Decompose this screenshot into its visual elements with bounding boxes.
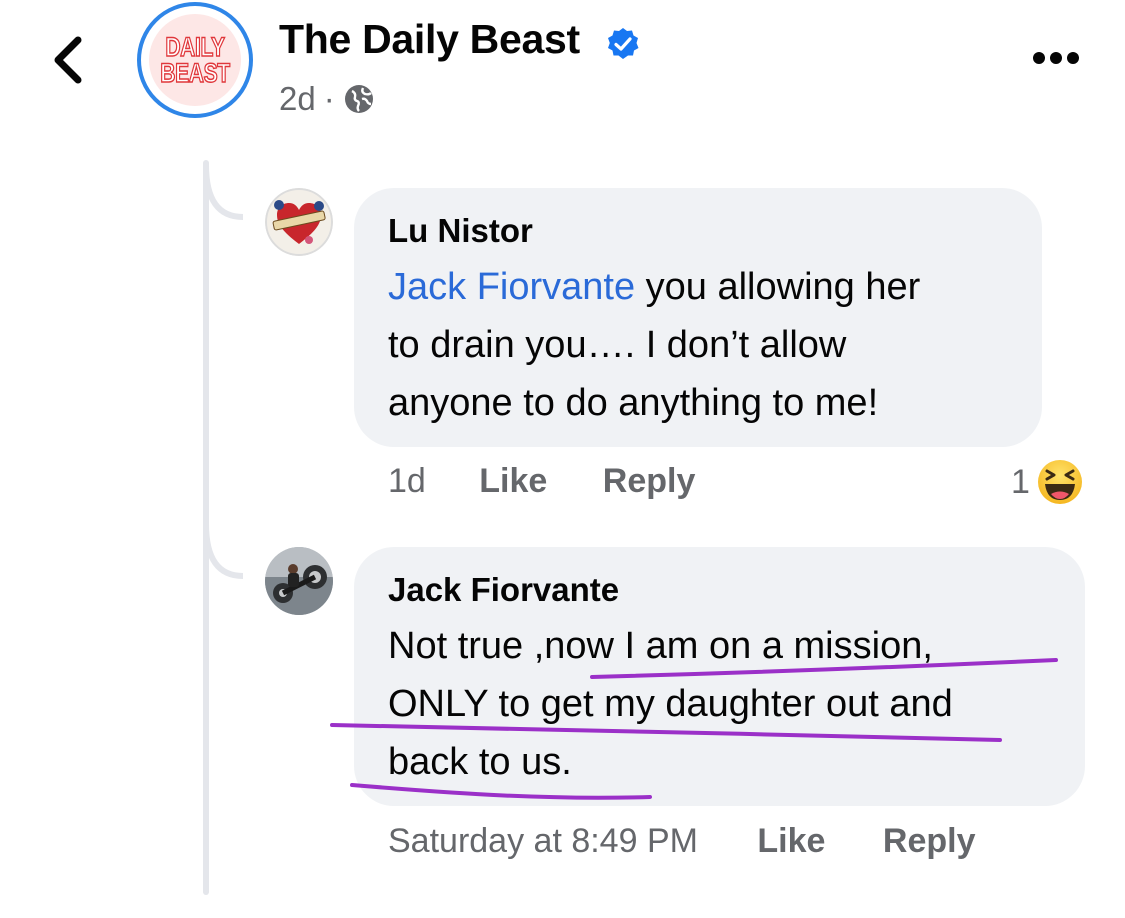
- like-button[interactable]: Like: [479, 462, 547, 500]
- comment-actions: Saturday at 8:49 PM Like Reply: [388, 822, 976, 861]
- comment-author[interactable]: Lu Nistor: [388, 212, 1008, 250]
- reply-button[interactable]: Reply: [603, 462, 696, 500]
- comment-author[interactable]: Jack Fiorvante: [388, 571, 1051, 609]
- logo-text-daily: DAILY: [165, 32, 226, 62]
- thread-connector: [203, 165, 243, 220]
- lu-nistor-avatar[interactable]: [265, 188, 333, 256]
- logo-text-beast: BEAST: [160, 58, 231, 88]
- page-title[interactable]: The Daily Beast: [279, 16, 580, 63]
- verified-badge-icon: [608, 28, 639, 59]
- comment-time[interactable]: Saturday at 8:49 PM: [388, 822, 698, 860]
- page-avatar[interactable]: DAILY BEAST: [137, 2, 253, 118]
- comment-time[interactable]: 1d: [388, 462, 426, 500]
- comment-bubble[interactable]: Lu Nistor Jack Fiorvante you allowing he…: [354, 188, 1042, 447]
- reaction-summary[interactable]: 1: [1011, 458, 1084, 506]
- thread-connector: [203, 524, 243, 579]
- more-options-icon[interactable]: [1032, 50, 1080, 66]
- like-button[interactable]: Like: [757, 822, 825, 860]
- reply-button[interactable]: Reply: [883, 822, 976, 860]
- post-age: 2d: [279, 80, 316, 117]
- reaction-count: 1: [1011, 462, 1030, 501]
- comment-text-line: you allowing her: [635, 266, 921, 308]
- comment-text: Jack Fiorvante you allowing her to drain…: [388, 258, 1008, 432]
- back-chevron-icon[interactable]: [48, 34, 88, 86]
- haha-emoji-icon: [1037, 460, 1082, 504]
- comment-text-line: anyone to do anything to me!: [388, 382, 879, 424]
- comment-actions: 1d Like Reply: [388, 462, 695, 501]
- globe-icon: [344, 85, 373, 113]
- post-meta: 2d ·: [279, 80, 375, 118]
- mention-link[interactable]: Jack Fiorvante: [388, 266, 635, 308]
- jack-fiorvante-avatar[interactable]: [265, 547, 333, 615]
- comment-text-line: to drain you…. I don’t allow: [388, 324, 847, 366]
- handwritten-underline-annotation: [330, 658, 1058, 800]
- meta-separator: ·: [323, 80, 335, 117]
